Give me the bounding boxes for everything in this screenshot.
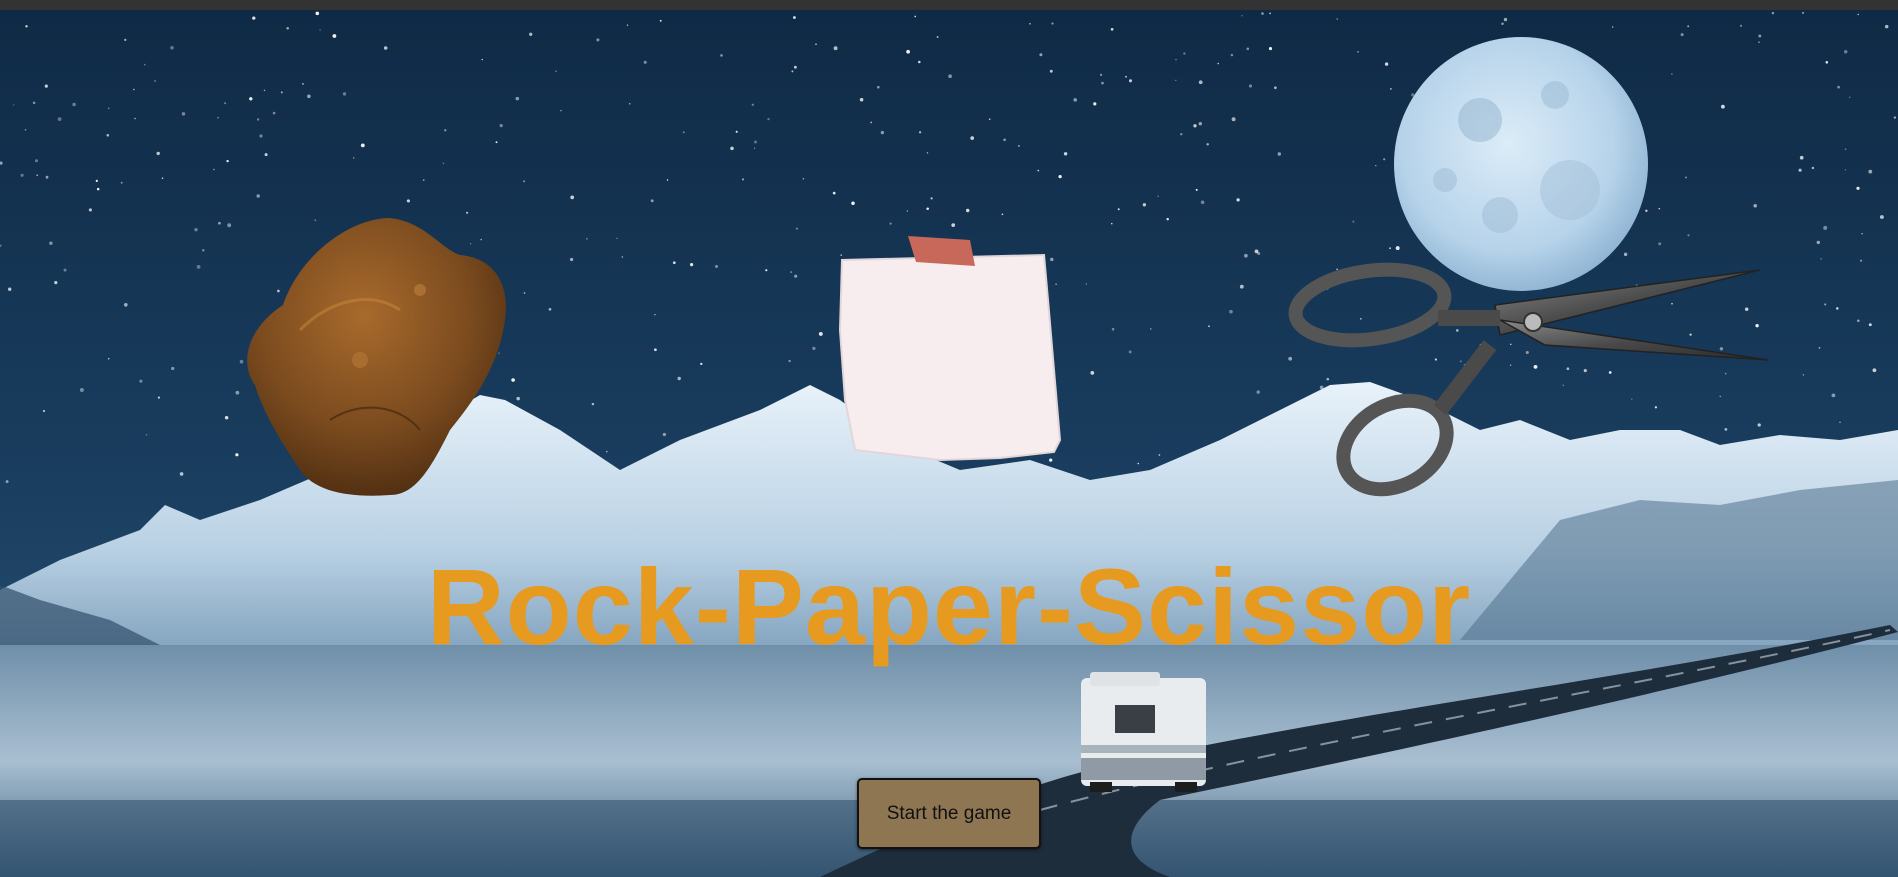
game-title: Rock-Paper-Scissor [426,546,1472,667]
moon-image [1394,37,1648,291]
game-screen: Rock-Paper-Scissor Start the game [0,0,1898,877]
top-bar [0,0,1898,10]
rv-image [1081,672,1206,792]
background-scene [0,0,1898,877]
start-game-button[interactable]: Start the game [857,778,1041,849]
paper-image[interactable] [838,236,1062,462]
